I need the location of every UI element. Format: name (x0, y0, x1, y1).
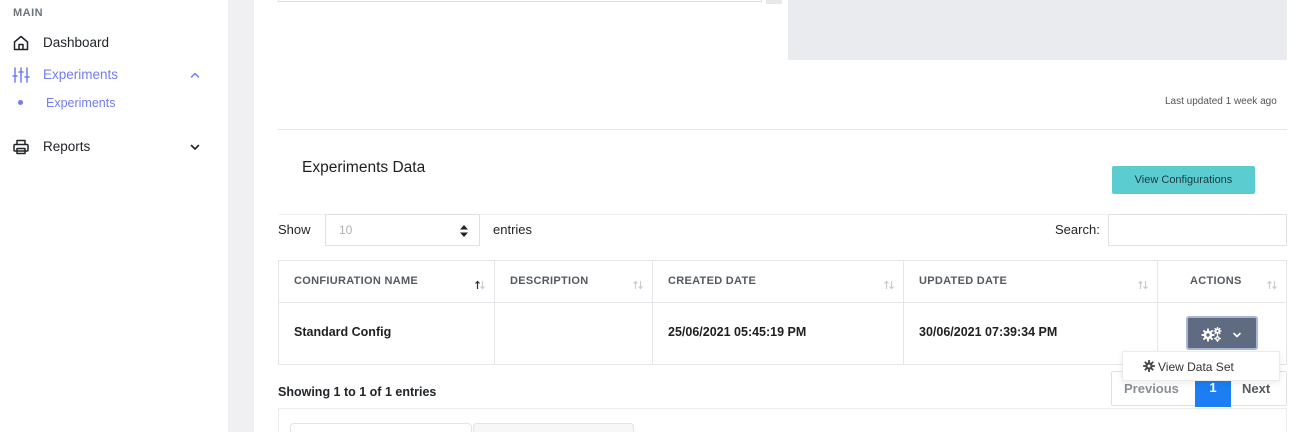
column-header-created-date[interactable]: CREATED DATE (653, 261, 904, 303)
entries-select-value: 10 (339, 223, 353, 237)
column-header-configuration-name[interactable]: CONFIURATION NAME (279, 261, 495, 303)
pagination-previous[interactable]: Previous (1124, 381, 1179, 396)
column-header-description[interactable]: DESCRIPTION (495, 261, 653, 303)
sidebar-item-reports[interactable]: Reports (0, 136, 228, 158)
experiments-table: CONFIURATION NAME DESCRIPTION CREATED DA… (278, 260, 1287, 365)
gears-icon (1201, 327, 1222, 342)
column-header-updated-date[interactable]: UPDATED DATE (904, 261, 1158, 303)
sidebar-item-label: Dashboard (43, 35, 110, 50)
sidebar-subitem-experiments[interactable]: Experiments (0, 93, 228, 113)
sidebar-item-label: Reports (43, 139, 91, 154)
column-header-label: ACTIONS (1190, 275, 1242, 287)
sidebar-section-title: MAIN (13, 7, 44, 19)
row-actions-dropdown: View Data Set (1122, 351, 1280, 381)
entries-per-page-select[interactable]: 10 (325, 214, 480, 246)
printer-icon (13, 139, 29, 155)
layout-gutter (228, 0, 254, 432)
chevron-up-icon[interactable] (188, 68, 202, 82)
table-cell-name: Standard Config (279, 303, 495, 365)
last-updated-text: Last updated 1 week ago (1165, 96, 1277, 107)
cell-text: 25/06/2021 05:45:19 PM (668, 325, 807, 339)
search-label: Search: (1055, 222, 1100, 237)
home-icon (13, 35, 29, 51)
gear-icon (1143, 360, 1155, 372)
column-header-actions[interactable]: ACTIONS (1158, 261, 1286, 303)
cell-text: 30/06/2021 07:39:34 PM (919, 325, 1058, 339)
sort-icon[interactable] (1137, 280, 1149, 290)
previous-panel-box (278, 0, 762, 2)
sliders-icon (12, 67, 30, 83)
sidebar-item-dashboard[interactable]: Dashboard (0, 32, 228, 54)
column-header-label: DESCRIPTION (510, 275, 589, 287)
sidebar-item-experiments[interactable]: Experiments (0, 64, 228, 86)
chevron-down-icon[interactable] (188, 140, 202, 154)
sort-icon[interactable] (883, 280, 895, 290)
sidebar-subitem-label: Experiments (46, 96, 116, 110)
sidebar-item-label: Experiments (43, 67, 119, 82)
chart-placeholder-panel (788, 0, 1287, 60)
pagination-next[interactable]: Next (1242, 381, 1270, 396)
row-actions-button[interactable] (1186, 316, 1258, 350)
tab-1[interactable] (290, 423, 472, 432)
sidebar: MAIN Dashboard Experiments Experiments R… (0, 0, 228, 432)
tab-2[interactable] (473, 423, 634, 432)
scrollbar-stub[interactable] (766, 0, 782, 4)
cell-text: Standard Config (294, 325, 392, 339)
search-input[interactable] (1108, 214, 1287, 246)
chevron-down-icon (1233, 332, 1241, 338)
page-title: Experiments Data (302, 159, 426, 176)
column-header-label: CONFIURATION NAME (294, 275, 419, 287)
menu-item-label: View Data Set (1158, 360, 1234, 374)
show-label: Show (278, 222, 311, 237)
table-cell-created: 25/06/2021 05:45:19 PM (653, 303, 904, 365)
column-header-label: UPDATED DATE (919, 275, 1008, 287)
bullet-icon (18, 100, 23, 105)
sort-icon[interactable] (1266, 280, 1278, 290)
table-info-text: Showing 1 to 1 of 1 entries (278, 385, 437, 399)
select-arrows-icon (460, 225, 468, 237)
table-cell-description (495, 303, 653, 365)
entries-label: entries (493, 222, 533, 237)
view-configurations-button[interactable]: View Configurations (1112, 166, 1255, 194)
column-header-label: CREATED DATE (668, 275, 757, 287)
table-cell-updated: 30/06/2021 07:39:34 PM (904, 303, 1158, 365)
sort-active-icon[interactable] (474, 280, 486, 290)
sort-icon[interactable] (632, 280, 644, 290)
view-data-set-menu-item[interactable]: View Data Set (1143, 360, 1234, 374)
divider (278, 129, 1287, 130)
